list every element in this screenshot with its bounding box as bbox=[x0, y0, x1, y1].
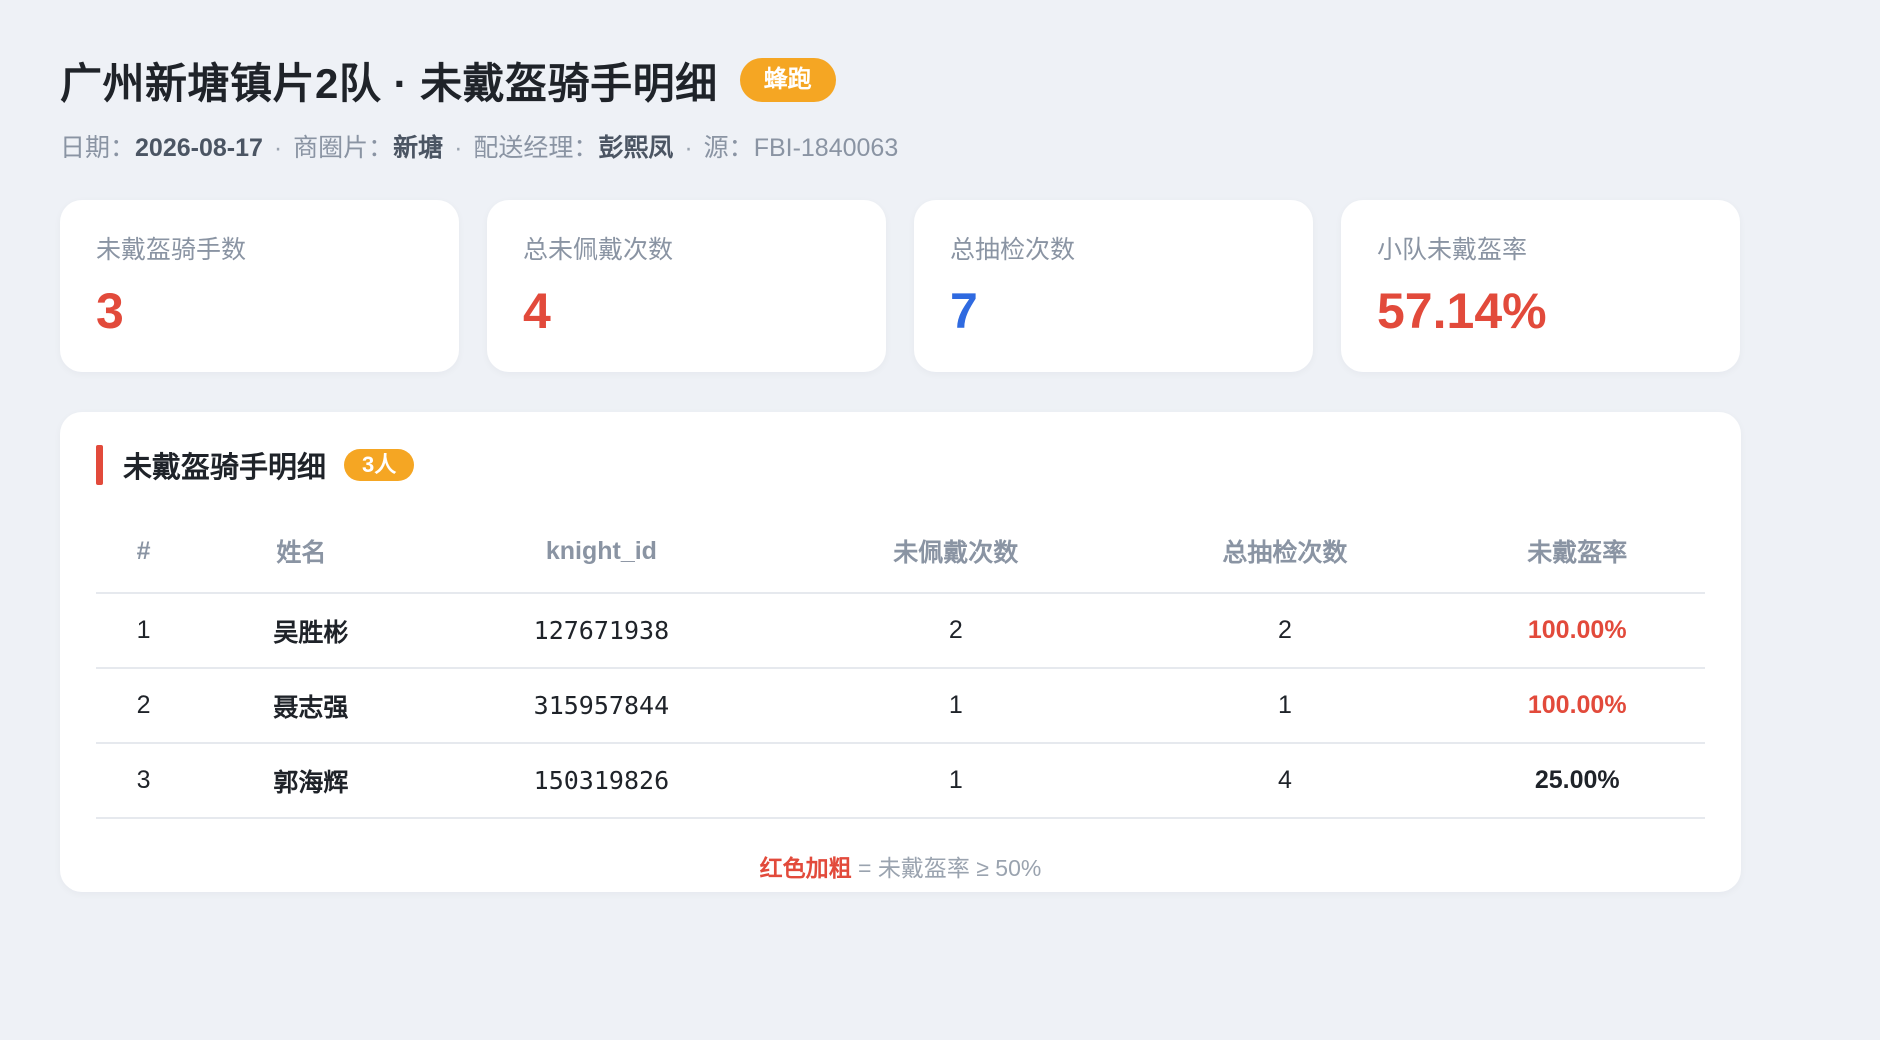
column-header-index: # bbox=[96, 510, 192, 594]
page-title: 广州新塘镇片2队 · 未戴盔骑手明细 bbox=[60, 59, 718, 107]
column-header-knight-id: knight_id bbox=[411, 510, 792, 594]
kpi-value: 7 bbox=[950, 283, 978, 339]
total-count: 2 bbox=[1120, 593, 1450, 669]
manager-value: 彭熙凤 bbox=[598, 134, 674, 162]
row-index: 3 bbox=[96, 743, 192, 819]
missed-count: 2 bbox=[791, 593, 1121, 669]
source-value: FBI-1840063 bbox=[753, 134, 899, 162]
source-label: 源： bbox=[703, 134, 754, 162]
kpi-value: 4 bbox=[523, 283, 551, 339]
table-header-row: # 姓名 knight_id 未佩戴次数 总抽检次数 未戴盔率 bbox=[96, 510, 1705, 594]
page: 广州新塘镇片2队 · 未戴盔骑手明细 蜂跑 日期：2026-08-17 · 商圈… bbox=[0, 0, 1880, 892]
kpi-value: 57.14% bbox=[1377, 283, 1547, 339]
kpi-label: 总抽检次数 bbox=[950, 236, 1076, 264]
kpi-value: 3 bbox=[96, 283, 124, 339]
legend-note: 红色加粗 = 未戴盔率 ≥ 50% bbox=[96, 849, 1705, 883]
legend-highlight: 红色加粗 bbox=[759, 855, 852, 881]
column-header-name: 姓名 bbox=[191, 510, 412, 594]
rider-name: 吴胜彬 bbox=[191, 593, 412, 669]
kpi-card-unhelmeted-riders: 未戴盔骑手数 3 bbox=[60, 200, 459, 372]
total-count: 4 bbox=[1120, 743, 1450, 819]
column-header-rate: 未戴盔率 bbox=[1449, 510, 1705, 594]
meta-line: 日期：2026-08-17 · 商圈片：新塘 · 配送经理：彭熙凤 · 源：FB… bbox=[60, 128, 1820, 164]
count-badge: 3人 bbox=[344, 449, 415, 481]
detail-card: 未戴盔骑手明细 3人 # 姓名 knight_id 未佩戴次数 总抽检次数 未戴… bbox=[60, 412, 1741, 892]
kpi-card-total-missed: 总未佩戴次数 4 bbox=[487, 200, 886, 372]
area-label: 商圈片： bbox=[293, 134, 394, 162]
date-label: 日期： bbox=[60, 134, 136, 162]
knight-id: 150319826 bbox=[411, 743, 792, 819]
knight-id: 127671938 bbox=[411, 593, 792, 669]
kpi-card-total-checks: 总抽检次数 7 bbox=[914, 200, 1313, 372]
manager-label: 配送经理： bbox=[473, 134, 599, 162]
rider-name: 聂志强 bbox=[191, 668, 412, 744]
kpi-label: 小队未戴盔率 bbox=[1377, 236, 1528, 264]
row-index: 1 bbox=[96, 593, 192, 669]
section-title: 未戴盔骑手明细 bbox=[123, 452, 327, 484]
missed-count: 1 bbox=[791, 743, 1121, 819]
date-value: 2026-08-17 bbox=[135, 134, 263, 162]
section-header: 未戴盔骑手明细 3人 bbox=[96, 444, 1705, 486]
column-header-total: 总抽检次数 bbox=[1120, 510, 1450, 594]
kpi-label: 未戴盔骑手数 bbox=[96, 236, 247, 264]
unhelmeted-rate: 100.00% bbox=[1449, 593, 1705, 669]
rider-name: 郭海辉 bbox=[191, 743, 412, 819]
table-row: 3 郭海辉 150319826 1 4 25.00% bbox=[96, 743, 1705, 819]
brand-badge: 蜂跑 bbox=[739, 58, 836, 102]
meta-separator: · bbox=[273, 134, 283, 162]
row-index: 2 bbox=[96, 668, 192, 744]
table-row: 2 聂志强 315957844 1 1 100.00% bbox=[96, 668, 1705, 744]
legend-text: = 未戴盔率 ≥ 50% bbox=[851, 855, 1042, 881]
column-header-missed: 未佩戴次数 bbox=[791, 510, 1121, 594]
meta-separator: · bbox=[454, 134, 463, 162]
kpi-row: 未戴盔骑手数 3 总未佩戴次数 4 总抽检次数 7 小队未戴盔率 57.14% bbox=[60, 200, 1820, 372]
kpi-label: 总未佩戴次数 bbox=[523, 236, 674, 264]
unhelmeted-rate: 100.00% bbox=[1449, 668, 1705, 744]
knight-id: 315957844 bbox=[411, 668, 792, 744]
missed-count: 1 bbox=[791, 668, 1121, 744]
meta-separator: · bbox=[684, 134, 693, 162]
area-value: 新塘 bbox=[393, 134, 444, 162]
kpi-card-team-rate: 小队未戴盔率 57.14% bbox=[1341, 200, 1740, 372]
header: 广州新塘镇片2队 · 未戴盔骑手明细 蜂跑 bbox=[60, 52, 1820, 108]
detail-table: # 姓名 knight_id 未佩戴次数 总抽检次数 未戴盔率 1 吴胜彬 12… bbox=[96, 510, 1705, 819]
total-count: 1 bbox=[1120, 668, 1450, 744]
unhelmeted-rate: 25.00% bbox=[1449, 743, 1705, 819]
section-accent-bar bbox=[96, 445, 103, 485]
table-row: 1 吴胜彬 127671938 2 2 100.00% bbox=[96, 593, 1705, 669]
